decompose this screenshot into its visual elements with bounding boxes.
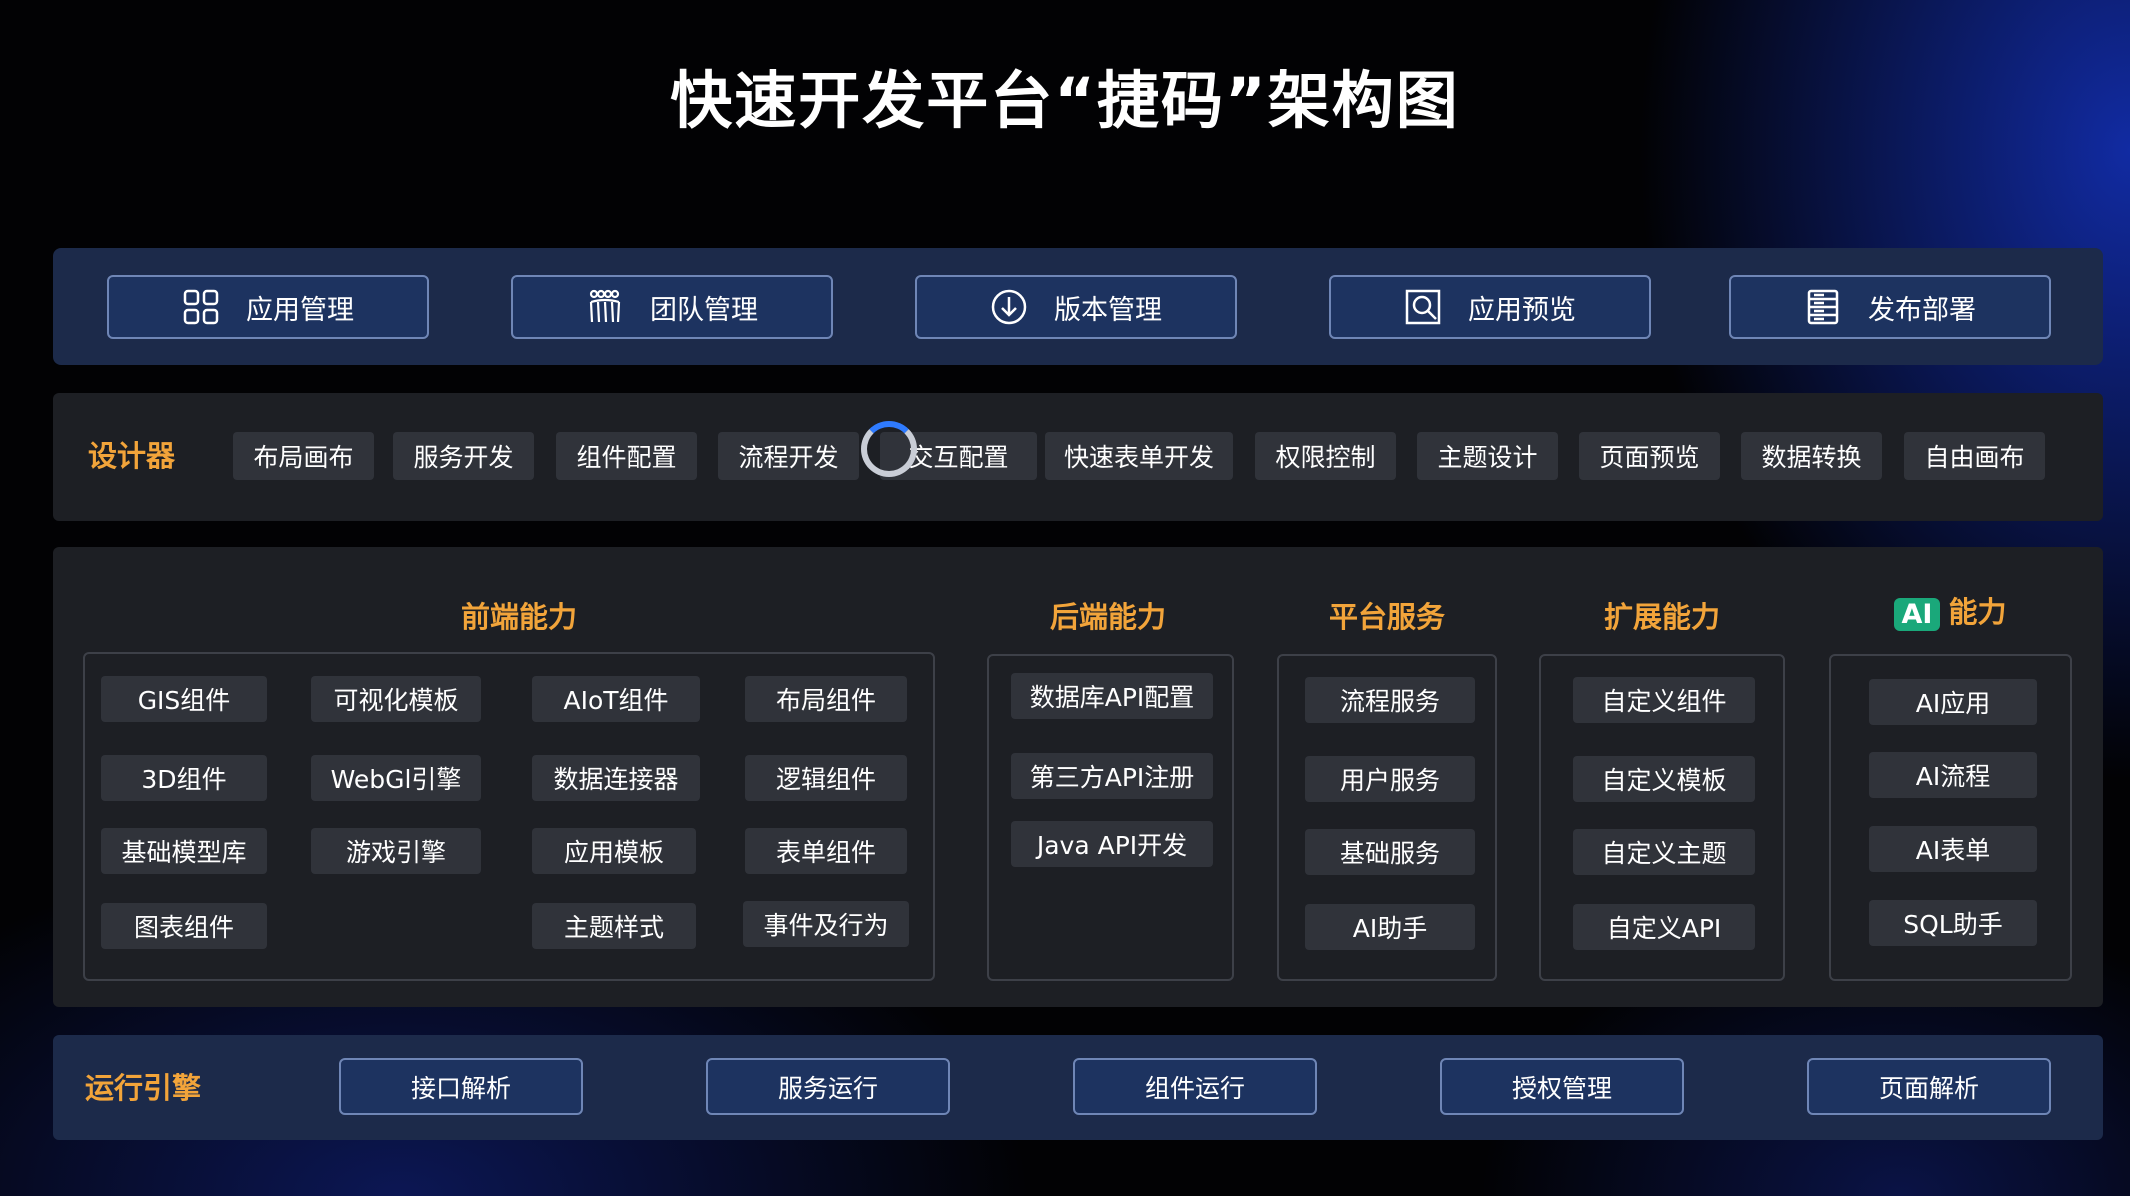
backend-item[interactable]: Java API开发 [1011,821,1213,867]
backend-item[interactable]: 第三方API注册 [1011,753,1213,799]
frontend-item[interactable]: GIS组件 [101,676,267,722]
top-nav-bar: 应用管理 团队管理 版本管理 应用预览 发布部署 [53,248,2103,365]
frontend-item[interactable]: 可视化模板 [311,676,481,722]
ai-badge: AI [1893,597,1941,631]
publish-deploy-button[interactable]: 发布部署 [1729,275,2051,339]
loading-spinner-icon [861,421,917,477]
platform-item[interactable]: 用户服务 [1305,756,1475,802]
frontend-item[interactable]: 数据连接器 [532,755,700,801]
ai-item[interactable]: SQL助手 [1869,900,2037,946]
frontend-item[interactable]: 应用模板 [532,828,696,874]
platform-item[interactable]: AI助手 [1305,904,1475,950]
frontend-item[interactable]: 布局组件 [745,676,907,722]
ai-item[interactable]: AI流程 [1869,752,2037,798]
runtime-row: 运行引擎 接口解析 服务运行 组件运行 授权管理 页面解析 [53,1035,2103,1140]
runtime-item[interactable]: 授权管理 [1440,1058,1684,1115]
app-management-label: 应用管理 [246,294,354,326]
capabilities-panel: 前端能力 GIS组件 可视化模板 AIoT组件 布局组件 3D组件 WebGl引… [53,547,2103,1007]
designer-item[interactable]: 页面预览 [1579,432,1720,480]
page-title: 快速开发平台“捷码”架构图 [670,64,1460,137]
ai-title-label: 能力 [1948,595,2007,629]
frontend-item[interactable]: 游戏引擎 [311,828,481,874]
runtime-item[interactable]: 接口解析 [339,1058,583,1115]
extension-item[interactable]: 自定义组件 [1573,677,1755,723]
frontend-item[interactable]: 3D组件 [101,755,267,801]
frontend-group: GIS组件 可视化模板 AIoT组件 布局组件 3D组件 WebGl引擎 数据连… [83,652,935,981]
designer-item[interactable]: 权限控制 [1255,432,1396,480]
grid-icon [183,289,219,325]
app-preview-label: 应用预览 [1468,294,1576,326]
runtime-item[interactable]: 页面解析 [1807,1058,2051,1115]
version-management-label: 版本管理 [1054,294,1162,326]
designer-item[interactable]: 组件配置 [556,432,697,480]
extension-item[interactable]: 自定义模板 [1573,756,1755,802]
designer-label: 设计器 [88,439,176,473]
download-icon [991,289,1027,325]
designer-item[interactable]: 布局画布 [233,432,374,480]
extension-group: 自定义组件 自定义模板 自定义主题 自定义API [1539,654,1785,981]
designer-item[interactable]: 快速表单开发 [1045,432,1233,480]
backend-title: 后端能力 [1049,600,1166,634]
app-management-button[interactable]: 应用管理 [107,275,429,339]
team-management-button[interactable]: 团队管理 [511,275,833,339]
runtime-label: 运行引擎 [85,1071,202,1105]
frontend-title: 前端能力 [460,600,577,634]
server-icon [1807,289,1839,325]
designer-row: 设计器 布局画布 服务开发 组件配置 流程开发 交互配置 快速表单开发 权限控制… [53,393,2103,521]
designer-item[interactable]: 主题设计 [1417,432,1558,480]
frontend-item[interactable]: 图表组件 [101,903,267,949]
backend-item[interactable]: 数据库API配置 [1011,673,1213,719]
runtime-item[interactable]: 组件运行 [1073,1058,1317,1115]
designer-item[interactable]: 流程开发 [718,432,859,480]
platform-item[interactable]: 基础服务 [1305,829,1475,875]
ai-item[interactable]: AI表单 [1869,826,2037,872]
publish-deploy-label: 发布部署 [1868,294,1976,326]
ai-item[interactable]: AI应用 [1869,679,2037,725]
platform-item[interactable]: 流程服务 [1305,677,1475,723]
designer-item[interactable]: 服务开发 [393,432,534,480]
frontend-item[interactable]: 主题样式 [532,903,696,949]
extension-title: 扩展能力 [1603,600,1720,634]
platform-title: 平台服务 [1328,600,1445,634]
backend-group: 数据库API配置 第三方API注册 Java API开发 [987,654,1234,981]
frontend-item[interactable]: 表单组件 [745,828,907,874]
extension-item[interactable]: 自定义API [1573,904,1755,950]
ai-group: AI应用 AI流程 AI表单 SQL助手 [1829,654,2072,981]
extension-item[interactable]: 自定义主题 [1573,829,1755,875]
designer-item[interactable]: 自由画布 [1904,432,2045,480]
version-management-button[interactable]: 版本管理 [915,275,1237,339]
team-icon [589,289,621,323]
frontend-item[interactable]: AIoT组件 [532,676,700,722]
designer-item[interactable]: 数据转换 [1741,432,1882,480]
ai-title: AI 能力 [1829,589,2071,631]
preview-icon [1405,289,1441,325]
app-preview-button[interactable]: 应用预览 [1329,275,1651,339]
team-management-label: 团队管理 [650,294,758,326]
platform-group: 流程服务 用户服务 基础服务 AI助手 [1277,654,1497,981]
frontend-item[interactable]: 基础模型库 [101,828,267,874]
frontend-item[interactable]: 逻辑组件 [745,755,907,801]
frontend-item[interactable]: 事件及行为 [743,901,909,947]
runtime-item[interactable]: 服务运行 [706,1058,950,1115]
frontend-item[interactable]: WebGl引擎 [311,755,481,801]
